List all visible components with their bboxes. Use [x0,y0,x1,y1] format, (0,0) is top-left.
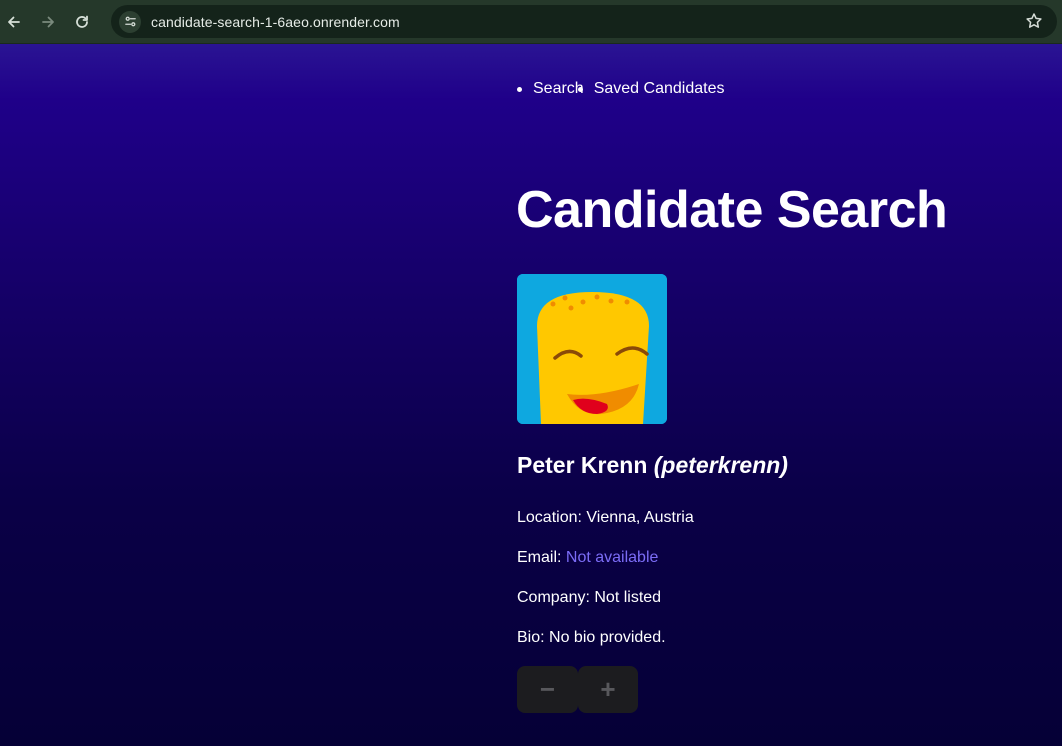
location-value: Vienna, Austria [586,509,694,526]
company-line: Company: Not listed [517,589,661,607]
nav-item-label: Search [533,80,584,97]
action-buttons: − + [517,666,638,713]
page-title: Candidate Search [516,181,948,239]
bio-label: Bio: [517,629,550,646]
bullet [577,86,583,92]
candidate-full-name: Peter Krenn [517,452,648,478]
save-candidate-button[interactable]: + [578,666,638,713]
browser-toolbar: candidate-search-1-6aeo.onrender.com [0,0,1062,44]
email-line: Email: Not available [517,549,658,567]
nav-item-search[interactable]: Search [517,80,584,98]
avatar [517,274,667,424]
company-value: Not listed [594,589,662,606]
back-arrow-icon[interactable] [0,5,31,39]
email-label: Email: [517,549,566,566]
nav-item-label: Saved Candidates [593,80,725,97]
forward-arrow-icon[interactable] [31,5,65,39]
bookmark-star-icon[interactable] [1025,12,1043,30]
nav-item-saved-candidates[interactable]: Saved Candidates [577,80,725,98]
main-nav: Search Saved Candidates [517,80,724,98]
site-info-icon[interactable] [119,10,141,33]
candidate-login: (peterkrenn) [653,452,788,478]
reload-icon[interactable] [65,5,99,39]
bullet [517,86,522,92]
company-label: Company: [517,589,595,606]
candidate-name: Peter Krenn (peterkrenn) [517,452,788,479]
address-bar[interactable]: candidate-search-1-6aeo.onrender.com [111,5,1057,38]
url-text[interactable]: candidate-search-1-6aeo.onrender.com [151,14,400,30]
location-label: Location: [517,509,587,526]
bio-line: Bio: No bio provided. [517,629,666,647]
page-content: Search Saved Candidates Candidate Search [0,44,1062,746]
reject-candidate-button[interactable]: − [517,666,578,713]
location-line: Location: Vienna, Austria [517,509,694,527]
email-link[interactable]: Not available [566,549,659,566]
bio-value: No bio provided. [549,629,666,646]
